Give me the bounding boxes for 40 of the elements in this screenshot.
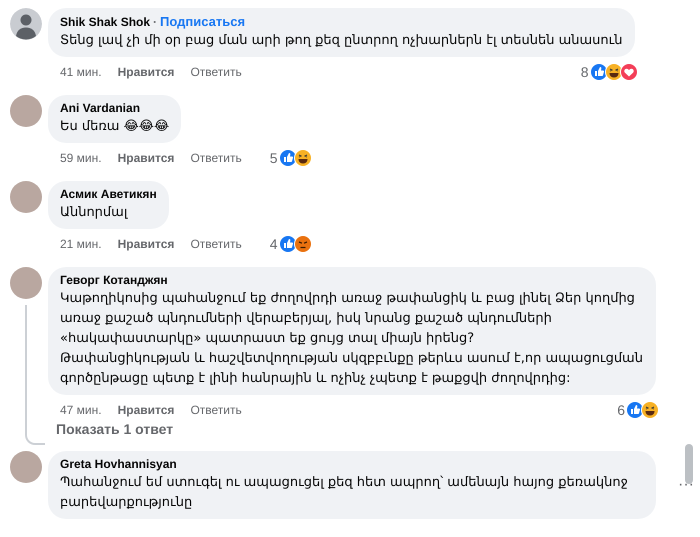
- show-replies-link[interactable]: Показать 1 ответ: [56, 421, 174, 437]
- like-link[interactable]: Нравится: [118, 65, 174, 79]
- reaction-count[interactable]: 5: [270, 150, 278, 166]
- like-link[interactable]: Нравится: [118, 237, 174, 251]
- comment-text: Կաթողիկոսից պահանջում եք ժողովրդի առաջ թափանցիկ և բաց լինել Ձեր կողմից առաջ քաշած պնդումների վերաբերյալ, իսկ նրանց քաշած պնդումների «հակափաստարկը» պատրաստ եք ցույց տալ միայն իրենց? Թափանցիկության և հաշվետվողության սկզբբւնքը թերևս ասում է,որ ապացուցման գործընթացը պետք է լինի հանրային և ոչինչ չպետք է թաքցվի ժողովրդից:: [60, 290, 644, 388]
- comment-text: Տենց լավ չի մի օր բաց ման արի թող քեզ ընտրող ոչխարներն էլ տեսնեն անասուն: [60, 32, 623, 50]
- reaction-count[interactable]: 8: [580, 64, 589, 80]
- comment-time[interactable]: 41 мин.: [60, 65, 102, 79]
- reply-link[interactable]: Ответить: [190, 403, 242, 417]
- angry-face-icon: [294, 235, 312, 253]
- follow-link[interactable]: Подписаться: [160, 14, 246, 29]
- author-name[interactable]: Shik Shak Shok: [60, 15, 150, 29]
- reaction-count[interactable]: 6: [617, 402, 625, 418]
- comment-text: Աննորմալ: [60, 204, 129, 222]
- author-name[interactable]: Геворг Котанджян: [60, 273, 168, 287]
- separator-dot: ·: [152, 15, 158, 29]
- heart-reaction-icon: [620, 63, 638, 81]
- like-link[interactable]: Нравится: [118, 403, 174, 417]
- avatar-photo-placeholder[interactable]: [10, 95, 42, 127]
- reaction-count[interactable]: 4: [270, 236, 278, 252]
- author-name[interactable]: Асмик Аветикян: [60, 187, 157, 201]
- comment-time[interactable]: 47 мин.: [60, 403, 102, 417]
- like-link[interactable]: Нравится: [118, 151, 174, 165]
- comment-text: Ես մեռա 😂😂😂: [60, 118, 170, 136]
- laughing-face-icon: [641, 401, 659, 419]
- comment-time[interactable]: 59 мин.: [60, 151, 102, 165]
- more-options-button[interactable]: ···: [674, 474, 698, 496]
- reply-link[interactable]: Ответить: [190, 65, 242, 79]
- author-name[interactable]: Greta Hovhannisyan: [60, 457, 177, 471]
- avatar-photo-placeholder[interactable]: [10, 267, 42, 299]
- author-name[interactable]: Ani Vardanian: [60, 101, 140, 115]
- reply-link[interactable]: Ответить: [190, 151, 242, 165]
- comment-text: Պահանջում եմ ստուգել ու ապացուցել քեզ հետ ապրող՝ ամենայն հայոց քեռակնոջ բարեվարքությունը: [60, 474, 629, 512]
- comment-time[interactable]: 21 мин.: [60, 237, 102, 251]
- avatar-photo-placeholder[interactable]: [10, 451, 42, 483]
- laughing-face-icon: [294, 149, 312, 167]
- scrollbar-thumb[interactable]: [685, 444, 693, 484]
- reply-link[interactable]: Ответить: [190, 237, 242, 251]
- avatar-silhouette-icon[interactable]: [10, 8, 42, 40]
- avatar-photo-placeholder[interactable]: [10, 181, 42, 213]
